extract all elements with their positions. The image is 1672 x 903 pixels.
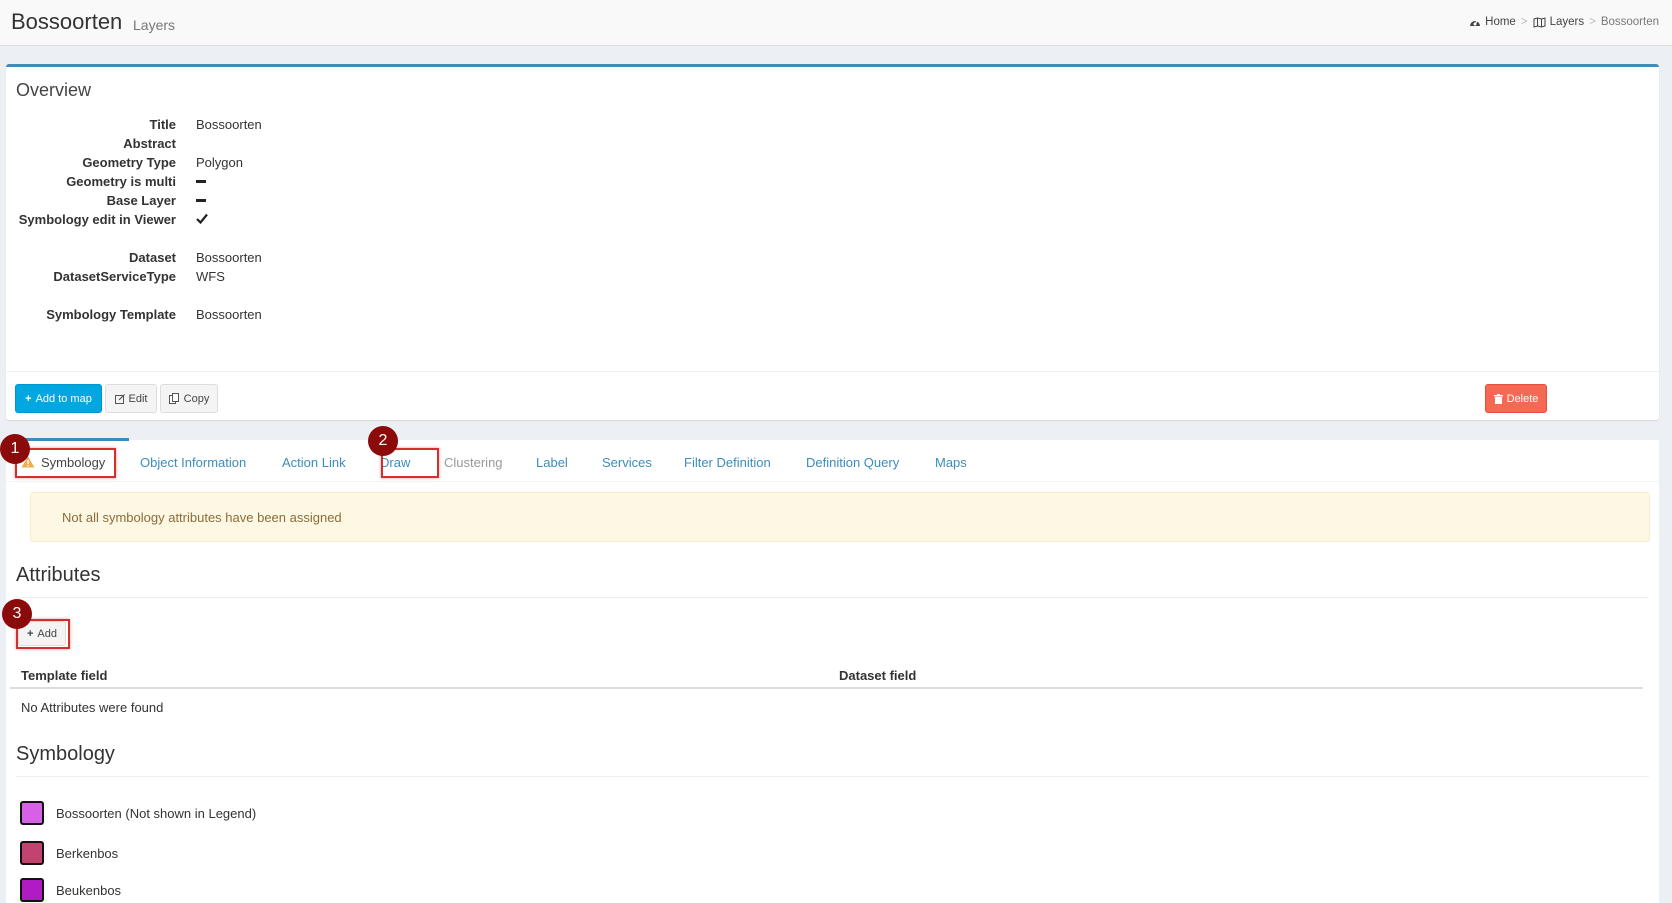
edit-button[interactable]: Edit — [105, 384, 157, 413]
nav-tabs: Symbology Object Information Action Link… — [6, 438, 1659, 482]
breadcrumb: Home > Layers > Bossoorten — [1469, 16, 1659, 28]
field-label: Dataset — [129, 250, 176, 265]
breadcrumb-home[interactable]: Home — [1469, 16, 1516, 28]
color-swatch — [20, 878, 44, 902]
attributes-empty-message: No Attributes were found — [21, 700, 164, 715]
check-icon — [196, 212, 208, 227]
field-symbology-edit: Symbology edit in Viewer — [6, 212, 706, 230]
field-label: Base Layer — [106, 193, 176, 208]
field-geometry-multi: Geometry is multi — [6, 174, 706, 192]
legend-label: Bossoorten (Not shown in Legend) — [56, 805, 257, 821]
page-subtitle: Layers — [133, 17, 176, 33]
tab-object-information[interactable]: Object Information — [140, 455, 246, 470]
field-title: Title Bossoorten — [6, 117, 706, 135]
field-value: Bossoorten — [196, 117, 262, 132]
field-value: WFS — [196, 269, 225, 284]
page-title: Bossoorten — [11, 9, 123, 34]
attributes-title: Attributes — [16, 564, 101, 586]
field-dataset: Dataset Bossoorten — [6, 250, 706, 268]
add-to-map-label: Add to map — [35, 392, 92, 405]
field-geometry-type: Geometry Type Polygon — [6, 155, 706, 173]
overview-box: Overview Title Bossoorten Abstract Geome… — [6, 64, 1659, 420]
tab-services[interactable]: Services — [602, 455, 652, 470]
map-icon — [1533, 16, 1546, 28]
add-to-map-button[interactable]: + Add to map — [15, 384, 102, 413]
trash-icon — [1493, 393, 1503, 404]
copy-label: Copy — [183, 392, 210, 405]
annotation-marker-3: 3 — [2, 599, 32, 629]
legend-item[interactable]: Bossoorten (Not shown in Legend) — [20, 800, 256, 826]
dashboard-icon — [1470, 20, 1481, 26]
warning-text: Not all symbology attributes have been a… — [62, 510, 342, 525]
plus-icon: + — [25, 392, 32, 405]
tab-label[interactable]: Label — [536, 455, 568, 470]
tab-action-link[interactable]: Action Link — [282, 455, 346, 470]
field-label: Symbology Template — [46, 307, 176, 322]
annotation-marker-2: 2 — [368, 426, 398, 456]
field-label: Geometry is multi — [66, 174, 176, 189]
field-label: Symbology edit in Viewer — [18, 212, 176, 227]
edit-icon — [114, 393, 125, 404]
breadcrumb-separator: > — [1589, 16, 1596, 28]
table-header-divider — [10, 687, 1643, 689]
field-symbology-template: Symbology Template Bossoorten — [6, 307, 706, 325]
highlight-symbology-tab — [15, 448, 116, 478]
edit-label: Edit — [128, 392, 148, 405]
field-label: Abstract — [123, 136, 176, 151]
breadcrumb-home-label: Home — [1485, 16, 1516, 28]
delete-label: Delete — [1506, 392, 1539, 405]
attributes-divider — [16, 597, 1649, 598]
tab-clustering[interactable]: Clustering — [444, 455, 503, 470]
legend-label: Beukenbos — [56, 882, 122, 898]
color-swatch — [20, 801, 44, 825]
column-header-template-field: Template field — [21, 668, 108, 683]
tab-definition-query[interactable]: Definition Query — [806, 455, 899, 470]
delete-button[interactable]: Delete — [1485, 384, 1547, 413]
minus-icon — [196, 193, 206, 208]
tab-filter-definition[interactable]: Filter Definition — [684, 455, 771, 470]
color-swatch — [20, 841, 44, 865]
field-label: DatasetServiceType — [53, 269, 176, 284]
legend-item[interactable]: Berkenbos — [20, 840, 118, 866]
breadcrumb-separator: > — [1520, 16, 1528, 28]
breadcrumb-layers-label: Layers — [1549, 16, 1585, 28]
overview-title: Overview — [16, 80, 92, 100]
minus-icon — [196, 174, 206, 189]
field-abstract: Abstract — [6, 136, 706, 154]
annotation-marker-1: 1 — [0, 434, 30, 464]
breadcrumb-current: Bossoorten — [1600, 16, 1659, 28]
active-tab-indicator — [17, 438, 129, 441]
legend-item[interactable]: Beukenbos — [20, 877, 121, 903]
legend-label: Berkenbos — [56, 845, 119, 861]
symbology-divider — [16, 776, 1649, 777]
copy-icon — [168, 393, 179, 404]
field-label: Geometry Type — [82, 155, 176, 170]
overview-footer: + Add to map Edit Copy Delete — [6, 371, 1659, 423]
field-value: Polygon — [196, 155, 243, 170]
field-label: Title — [149, 117, 177, 132]
breadcrumb-layers[interactable]: Layers — [1533, 16, 1585, 28]
tabs-panel: Symbology Object Information Action Link… — [6, 438, 1659, 903]
field-base-layer: Base Layer — [6, 193, 706, 211]
field-dataset-service-type: DatasetServiceType WFS — [6, 269, 706, 287]
column-header-dataset-field: Dataset field — [839, 668, 917, 683]
copy-button[interactable]: Copy — [160, 384, 218, 413]
tab-maps[interactable]: Maps — [935, 455, 967, 470]
warning-callout: Not all symbology attributes have been a… — [30, 492, 1650, 542]
dataset-link[interactable]: Bossoorten — [196, 250, 262, 265]
content-header: Bossoorten Layers Home > Layers > Bossoo… — [0, 0, 1672, 46]
symbology-template-link[interactable]: Bossoorten — [196, 307, 262, 322]
symbology-title: Symbology — [16, 743, 115, 765]
